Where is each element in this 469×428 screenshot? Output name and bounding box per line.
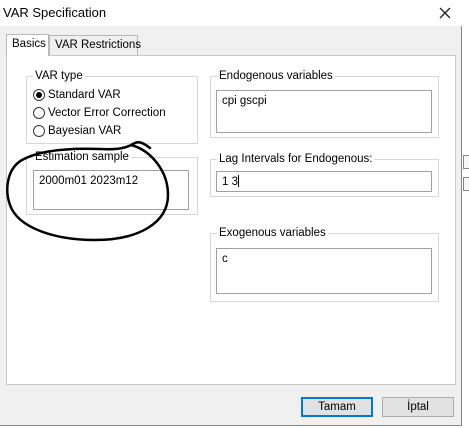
endogenous-variables-field[interactable]: cpi gscpi xyxy=(216,90,432,133)
var-type-label: VAR type xyxy=(33,70,85,82)
exogenous-variables-label: Exogenous variables xyxy=(217,227,328,239)
endogenous-variables-label: Endogenous variables xyxy=(217,70,335,82)
radio-bayesian-var-label: Bayesian VAR xyxy=(48,125,122,137)
basics-panel: VAR type Standard VAR Vector Error Corre… xyxy=(6,55,456,385)
estimation-sample-group: Estimation sample 2000m01 2023m12 xyxy=(26,151,198,215)
radio-bayesian-var[interactable]: Bayesian VAR xyxy=(33,123,121,139)
lag-intervals-label: Lag Intervals for Endogenous: xyxy=(217,153,375,165)
radio-vector-error-correction-indicator[interactable] xyxy=(33,107,45,119)
radio-standard-var[interactable]: Standard VAR xyxy=(33,87,121,103)
ok-button-label: Tamam xyxy=(318,401,356,413)
background-window-fragment xyxy=(463,177,469,191)
radio-standard-var-label: Standard VAR xyxy=(48,89,121,101)
cancel-button[interactable]: İptal xyxy=(382,397,454,417)
radio-vector-error-correction-label: Vector Error Correction xyxy=(48,107,166,119)
close-icon xyxy=(439,7,451,19)
lag-intervals-group: Lag Intervals for Endogenous: 1 3 xyxy=(210,153,439,197)
estimation-sample-value: 2000m01 2023m12 xyxy=(39,175,139,187)
title-bar: VAR Specification xyxy=(0,0,462,26)
ok-button[interactable]: Tamam xyxy=(301,397,373,417)
window-title: VAR Specification xyxy=(3,5,107,20)
tab-var-restrictions[interactable]: VAR Restrictions xyxy=(49,35,142,56)
tab-basics[interactable]: Basics xyxy=(6,34,49,56)
cancel-button-label: İptal xyxy=(407,401,429,413)
radio-bayesian-var-indicator[interactable] xyxy=(33,125,45,137)
var-type-group: VAR type Standard VAR Vector Error Corre… xyxy=(26,70,198,144)
radio-vector-error-correction[interactable]: Vector Error Correction xyxy=(33,105,166,121)
background-window-edge xyxy=(462,0,469,428)
estimation-sample-field[interactable]: 2000m01 2023m12 xyxy=(33,170,189,210)
tab-var-restrictions-label: VAR Restrictions xyxy=(55,39,142,51)
text-cursor xyxy=(238,175,239,187)
lag-intervals-field[interactable]: 1 3 xyxy=(216,171,432,192)
exogenous-variables-field[interactable]: c xyxy=(216,248,432,294)
exogenous-variables-group: Exogenous variables c xyxy=(210,227,439,302)
lag-intervals-value: 1 3 xyxy=(222,176,238,188)
close-button[interactable] xyxy=(428,0,462,26)
tab-basics-label: Basics xyxy=(12,38,46,50)
estimation-sample-label: Estimation sample xyxy=(33,151,131,163)
radio-standard-var-indicator[interactable] xyxy=(33,89,45,101)
endogenous-variables-group: Endogenous variables cpi gscpi xyxy=(210,70,439,138)
exogenous-variables-value: c xyxy=(222,253,228,265)
var-specification-dialog: VAR Specification Basics VAR Restriction… xyxy=(0,0,462,426)
background-window-fragment xyxy=(463,155,469,169)
endogenous-variables-value: cpi gscpi xyxy=(222,95,267,107)
